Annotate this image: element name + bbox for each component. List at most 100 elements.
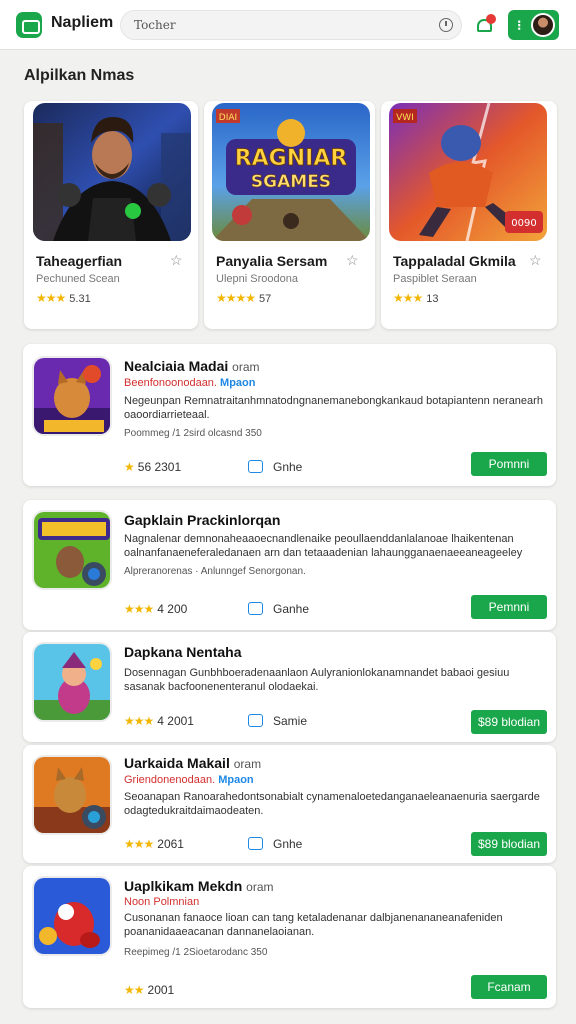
menu-dots-icon: ⁝: [517, 17, 522, 33]
featured-name: Taheagerfian: [36, 253, 123, 269]
app-title-text: Uaplkikam Mekdn: [124, 878, 243, 894]
chat-icon: [248, 602, 263, 615]
rating-value: 13: [426, 293, 439, 305]
featured-card[interactable]: DIAI RAGNIAR SGAMES Panyalia Sersam ☆ Ul…: [204, 101, 375, 329]
notification-badge: [486, 14, 496, 24]
price-button[interactable]: $89 blodian: [471, 710, 547, 734]
svg-text:DIAI: DIAI: [219, 113, 237, 123]
rating-stars: ★: [124, 460, 135, 474]
rating-value: 5.31: [69, 293, 91, 305]
rating-value: 4 2001: [157, 714, 194, 728]
rating-value: 4 200: [157, 602, 188, 616]
star-outline-icon[interactable]: ☆: [346, 252, 359, 269]
app-title-suffix: oram: [233, 757, 262, 771]
notification-button[interactable]: [476, 14, 496, 34]
app-description: Seoanapan Ranoarahedontsonabialt cynamen…: [124, 791, 540, 817]
app-publisher: Griendonenodaan. Mpaon: [124, 774, 254, 786]
app-description: Nagnalenar demnonaheaaoecnandlenaike peo…: [124, 533, 523, 559]
avatar: [531, 13, 555, 37]
svg-text:0090: 0090: [511, 218, 536, 229]
app-description: Cusonanan fanaoce lioan can tang ketalad…: [124, 912, 503, 938]
publisher-name: Griendonenodaan.: [124, 774, 216, 786]
publisher-tag[interactable]: Mpaon: [220, 377, 255, 389]
rating-value: 56 2301: [137, 460, 182, 474]
featured-subtitle: Ulepni Sroodona: [216, 273, 298, 285]
rating-stars: ★★★: [124, 837, 154, 851]
app-title-text: Uarkaida Makail: [124, 755, 230, 771]
app-publisher: Beenfonoonodaan. Mpaon: [124, 377, 256, 389]
app-title-suffix: oram: [246, 880, 274, 894]
app-rating: ★★★ 2061: [124, 837, 184, 851]
chat-icon: [248, 460, 263, 473]
app-icon: [32, 356, 112, 436]
app-meta: Reepimeg /1 2Sioetarodanc 350: [124, 947, 268, 958]
featured-name: Tappaladal Gkmila: [393, 253, 516, 269]
section-title: Alpilkan Nmas: [24, 67, 135, 84]
chat-icon: [248, 714, 263, 727]
star-outline-icon[interactable]: ☆: [170, 252, 183, 269]
rating-stars: ★★★: [393, 291, 423, 305]
rating-stars: ★★★: [124, 714, 154, 728]
svg-text:SGAMES: SGAMES: [251, 172, 331, 192]
featured-card[interactable]: VWI 0090 Tappaladal Gkmila ☆ Paspiblet S…: [381, 101, 557, 329]
app-meta: Alpreranorenas · Anlunngef Senorgonan.: [124, 566, 306, 577]
category-label: Gnhe: [273, 460, 303, 474]
app-description: Dosennagan Gunbhboeradenaanlaon Aulyrani…: [124, 667, 510, 693]
app-rating: ★★★ 4 200: [124, 602, 187, 616]
featured-image-action: VWI 0090: [389, 103, 547, 241]
category-label: Gnhe: [273, 837, 303, 851]
app-description: Negeunpan Remnatraitanhmnatodngnanemaneb…: [124, 395, 543, 421]
app-icon: [32, 876, 112, 956]
price-button[interactable]: $89 blodian: [471, 832, 547, 856]
featured-rating: ★★★★ 57: [216, 291, 271, 305]
list-item[interactable]: Nealciaia Madai oram Beenfonoonodaan. Mp…: [23, 344, 556, 486]
publisher-tag[interactable]: Mpaon: [218, 774, 253, 786]
app-title-text: Nealciaia Madai: [124, 358, 229, 374]
featured-image-banner: DIAI RAGNIAR SGAMES: [212, 103, 370, 241]
featured-image-hero: [33, 103, 191, 241]
svg-text:RAGNIAR: RAGNIAR: [235, 146, 348, 171]
app-title: Dapkana Nentaha: [124, 644, 242, 660]
profile-menu-button[interactable]: ⁝: [508, 10, 559, 40]
search-icon[interactable]: [439, 18, 453, 32]
featured-card[interactable]: Taheagerfian ☆ Pechuned Scean ★★★ 5.31: [24, 101, 198, 329]
action-button[interactable]: Pemnni: [471, 595, 547, 619]
category-label: Ganhe: [273, 602, 310, 616]
category-label: Samie: [273, 714, 308, 728]
chat-icon: [248, 837, 263, 850]
rating-stars: ★★: [124, 983, 144, 997]
publisher-name: Noon Polmnian: [124, 896, 200, 908]
featured-rating: ★★★ 13: [393, 291, 439, 305]
list-item[interactable]: Gapklain Prackinlorqan Nagnalenar demnon…: [23, 500, 556, 630]
featured-rating: ★★★ 5.31: [36, 291, 91, 305]
search-value: Tocher: [134, 18, 176, 32]
app-title: Uaplkikam Mekdn oram: [124, 878, 274, 894]
list-item[interactable]: Dapkana Nentaha Dosennagan Gunbhboeraden…: [23, 632, 556, 742]
app-title: Gapklain Prackinlorqan: [124, 512, 281, 528]
featured-subtitle: Pechuned Scean: [36, 273, 120, 285]
rating-value: 2001: [147, 983, 175, 997]
app-category[interactable]: Samie: [248, 714, 307, 728]
app-icon: [32, 755, 112, 835]
rating-stars: ★★★: [124, 602, 154, 616]
app-publisher: Noon Polmnian: [124, 896, 199, 908]
rating-value: 2061: [157, 837, 184, 851]
rating-stars: ★★★: [36, 291, 66, 305]
app-rating: ★ 56 2301: [124, 460, 181, 474]
action-button[interactable]: Pomnni: [471, 452, 547, 476]
featured-subtitle: Paspiblet Seraan: [393, 273, 477, 285]
action-button[interactable]: Fcanam: [471, 975, 547, 999]
publisher-name: Beenfonoonodaan.: [124, 377, 217, 389]
app-rating: ★★★ 4 2001: [124, 714, 194, 728]
app-title: Nealciaia Madai oram: [124, 358, 260, 374]
app-category[interactable]: Gnhe: [248, 460, 302, 474]
search-input[interactable]: Tocher: [120, 10, 462, 40]
star-outline-icon[interactable]: ☆: [529, 252, 542, 269]
list-item[interactable]: Uaplkikam Mekdn oram Noon Polmnian Cuson…: [23, 866, 556, 1008]
app-logo-icon[interactable]: [16, 12, 42, 38]
app-meta: Poommeg /1 2sird olcasnd 350: [124, 428, 262, 439]
list-item[interactable]: Uarkaida Makail oram Griendonenodaan. Mp…: [23, 745, 556, 863]
top-bar: Napliem Tocher ⁝: [0, 0, 576, 50]
app-category[interactable]: Ganhe: [248, 602, 309, 616]
app-category[interactable]: Gnhe: [248, 837, 302, 851]
